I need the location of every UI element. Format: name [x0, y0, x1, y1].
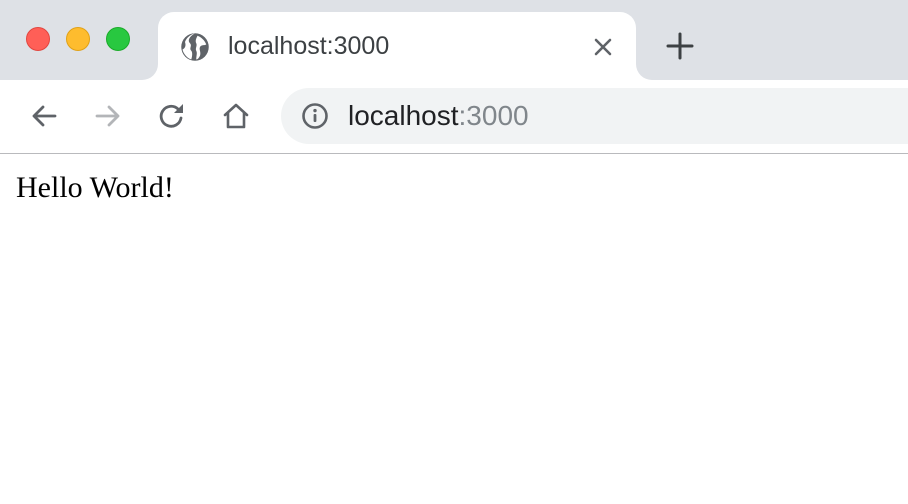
back-button[interactable]: [28, 100, 60, 132]
address-bar[interactable]: localhost:3000: [281, 88, 908, 144]
url-port: :3000: [458, 100, 529, 131]
tab-active[interactable]: localhost:3000: [158, 12, 636, 80]
page-text: Hello World!: [16, 171, 174, 204]
home-button[interactable]: [220, 100, 252, 132]
close-icon[interactable]: [590, 34, 616, 60]
url-host: localhost: [348, 100, 459, 131]
info-icon[interactable]: [301, 102, 329, 130]
home-icon: [223, 103, 249, 129]
window-minimize-button[interactable]: [66, 27, 90, 51]
arrow-left-icon: [32, 105, 57, 127]
tab-strip: localhost:3000: [0, 0, 908, 80]
forward-button[interactable]: [92, 100, 124, 132]
url-text[interactable]: localhost:3000: [348, 98, 529, 134]
window-maximize-button[interactable]: [106, 27, 130, 51]
plus-icon[interactable]: [664, 30, 696, 62]
window-close-button[interactable]: [26, 27, 50, 51]
arrow-right-icon: [95, 105, 120, 127]
tab-title: localhost:3000: [228, 32, 390, 60]
reload-button[interactable]: [156, 100, 188, 132]
page-content: Hello World!: [0, 154, 908, 504]
browser-toolbar: localhost:3000: [0, 80, 908, 154]
reload-icon: [159, 104, 183, 128]
browser-window: localhost:3000 localhost:3000 Hello Worl…: [0, 0, 908, 504]
globe-icon: [181, 33, 209, 61]
